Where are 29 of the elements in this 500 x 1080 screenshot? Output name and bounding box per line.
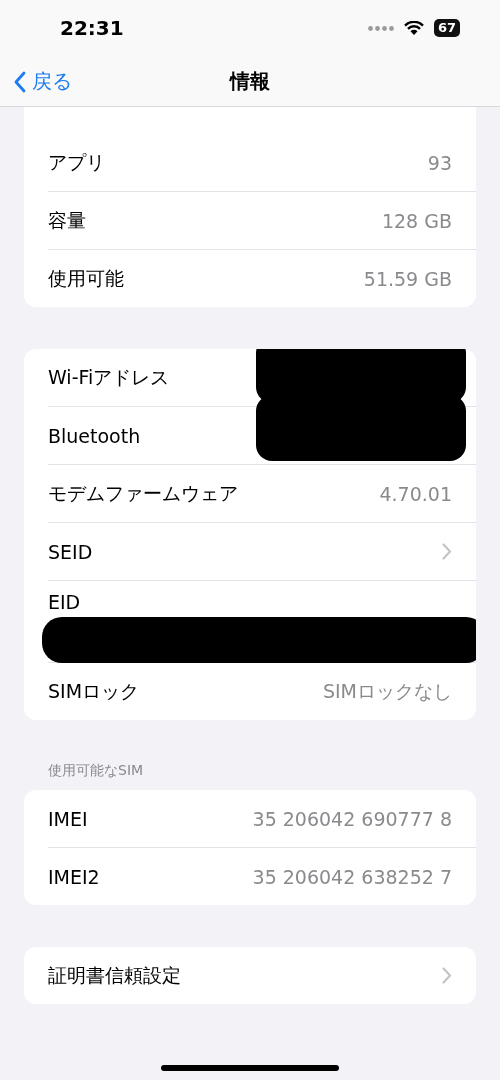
battery-indicator: 67 bbox=[433, 19, 460, 37]
row-label: 容量 bbox=[48, 207, 86, 233]
value-text: 128 GB bbox=[381, 209, 452, 232]
value-text: 4.70.01 bbox=[379, 482, 452, 505]
row-label: 使用可能 bbox=[48, 265, 124, 291]
row-label: アプリ bbox=[48, 149, 105, 175]
row-label: Wi-Fiアドレス bbox=[48, 364, 170, 390]
row-label: EID bbox=[48, 591, 81, 613]
row-label[interactable]: SEID bbox=[48, 540, 93, 563]
chevron-icon bbox=[442, 543, 452, 560]
row-label[interactable]: 証明書信頼設定 bbox=[48, 962, 181, 989]
value-text: 35 206042 690777 8 bbox=[252, 807, 452, 830]
value-text: 93 bbox=[427, 151, 452, 174]
section-header: 使用可能なSIM bbox=[47, 762, 145, 780]
cellular-signal-icon bbox=[367, 25, 394, 31]
row-label: IMEI bbox=[48, 807, 88, 830]
value-text: 35 206042 638252 7 bbox=[252, 865, 452, 888]
row-label: モデムファームウェア bbox=[48, 480, 238, 506]
screen-title: 情報 bbox=[230, 67, 270, 95]
row-label: Bluetooth bbox=[48, 424, 141, 447]
back-chevron-icon bbox=[14, 70, 26, 93]
wifi-icon bbox=[403, 20, 424, 36]
row-label: IMEI2 bbox=[48, 865, 100, 888]
row-label: SIMロック bbox=[48, 678, 140, 704]
back-button[interactable]: 戻る bbox=[14, 68, 72, 95]
value-text: 51.59 GB bbox=[363, 267, 452, 290]
status-time: 22:31 bbox=[60, 16, 124, 40]
value-text: SIMロックなし bbox=[322, 678, 452, 704]
chevron-icon bbox=[442, 967, 452, 984]
